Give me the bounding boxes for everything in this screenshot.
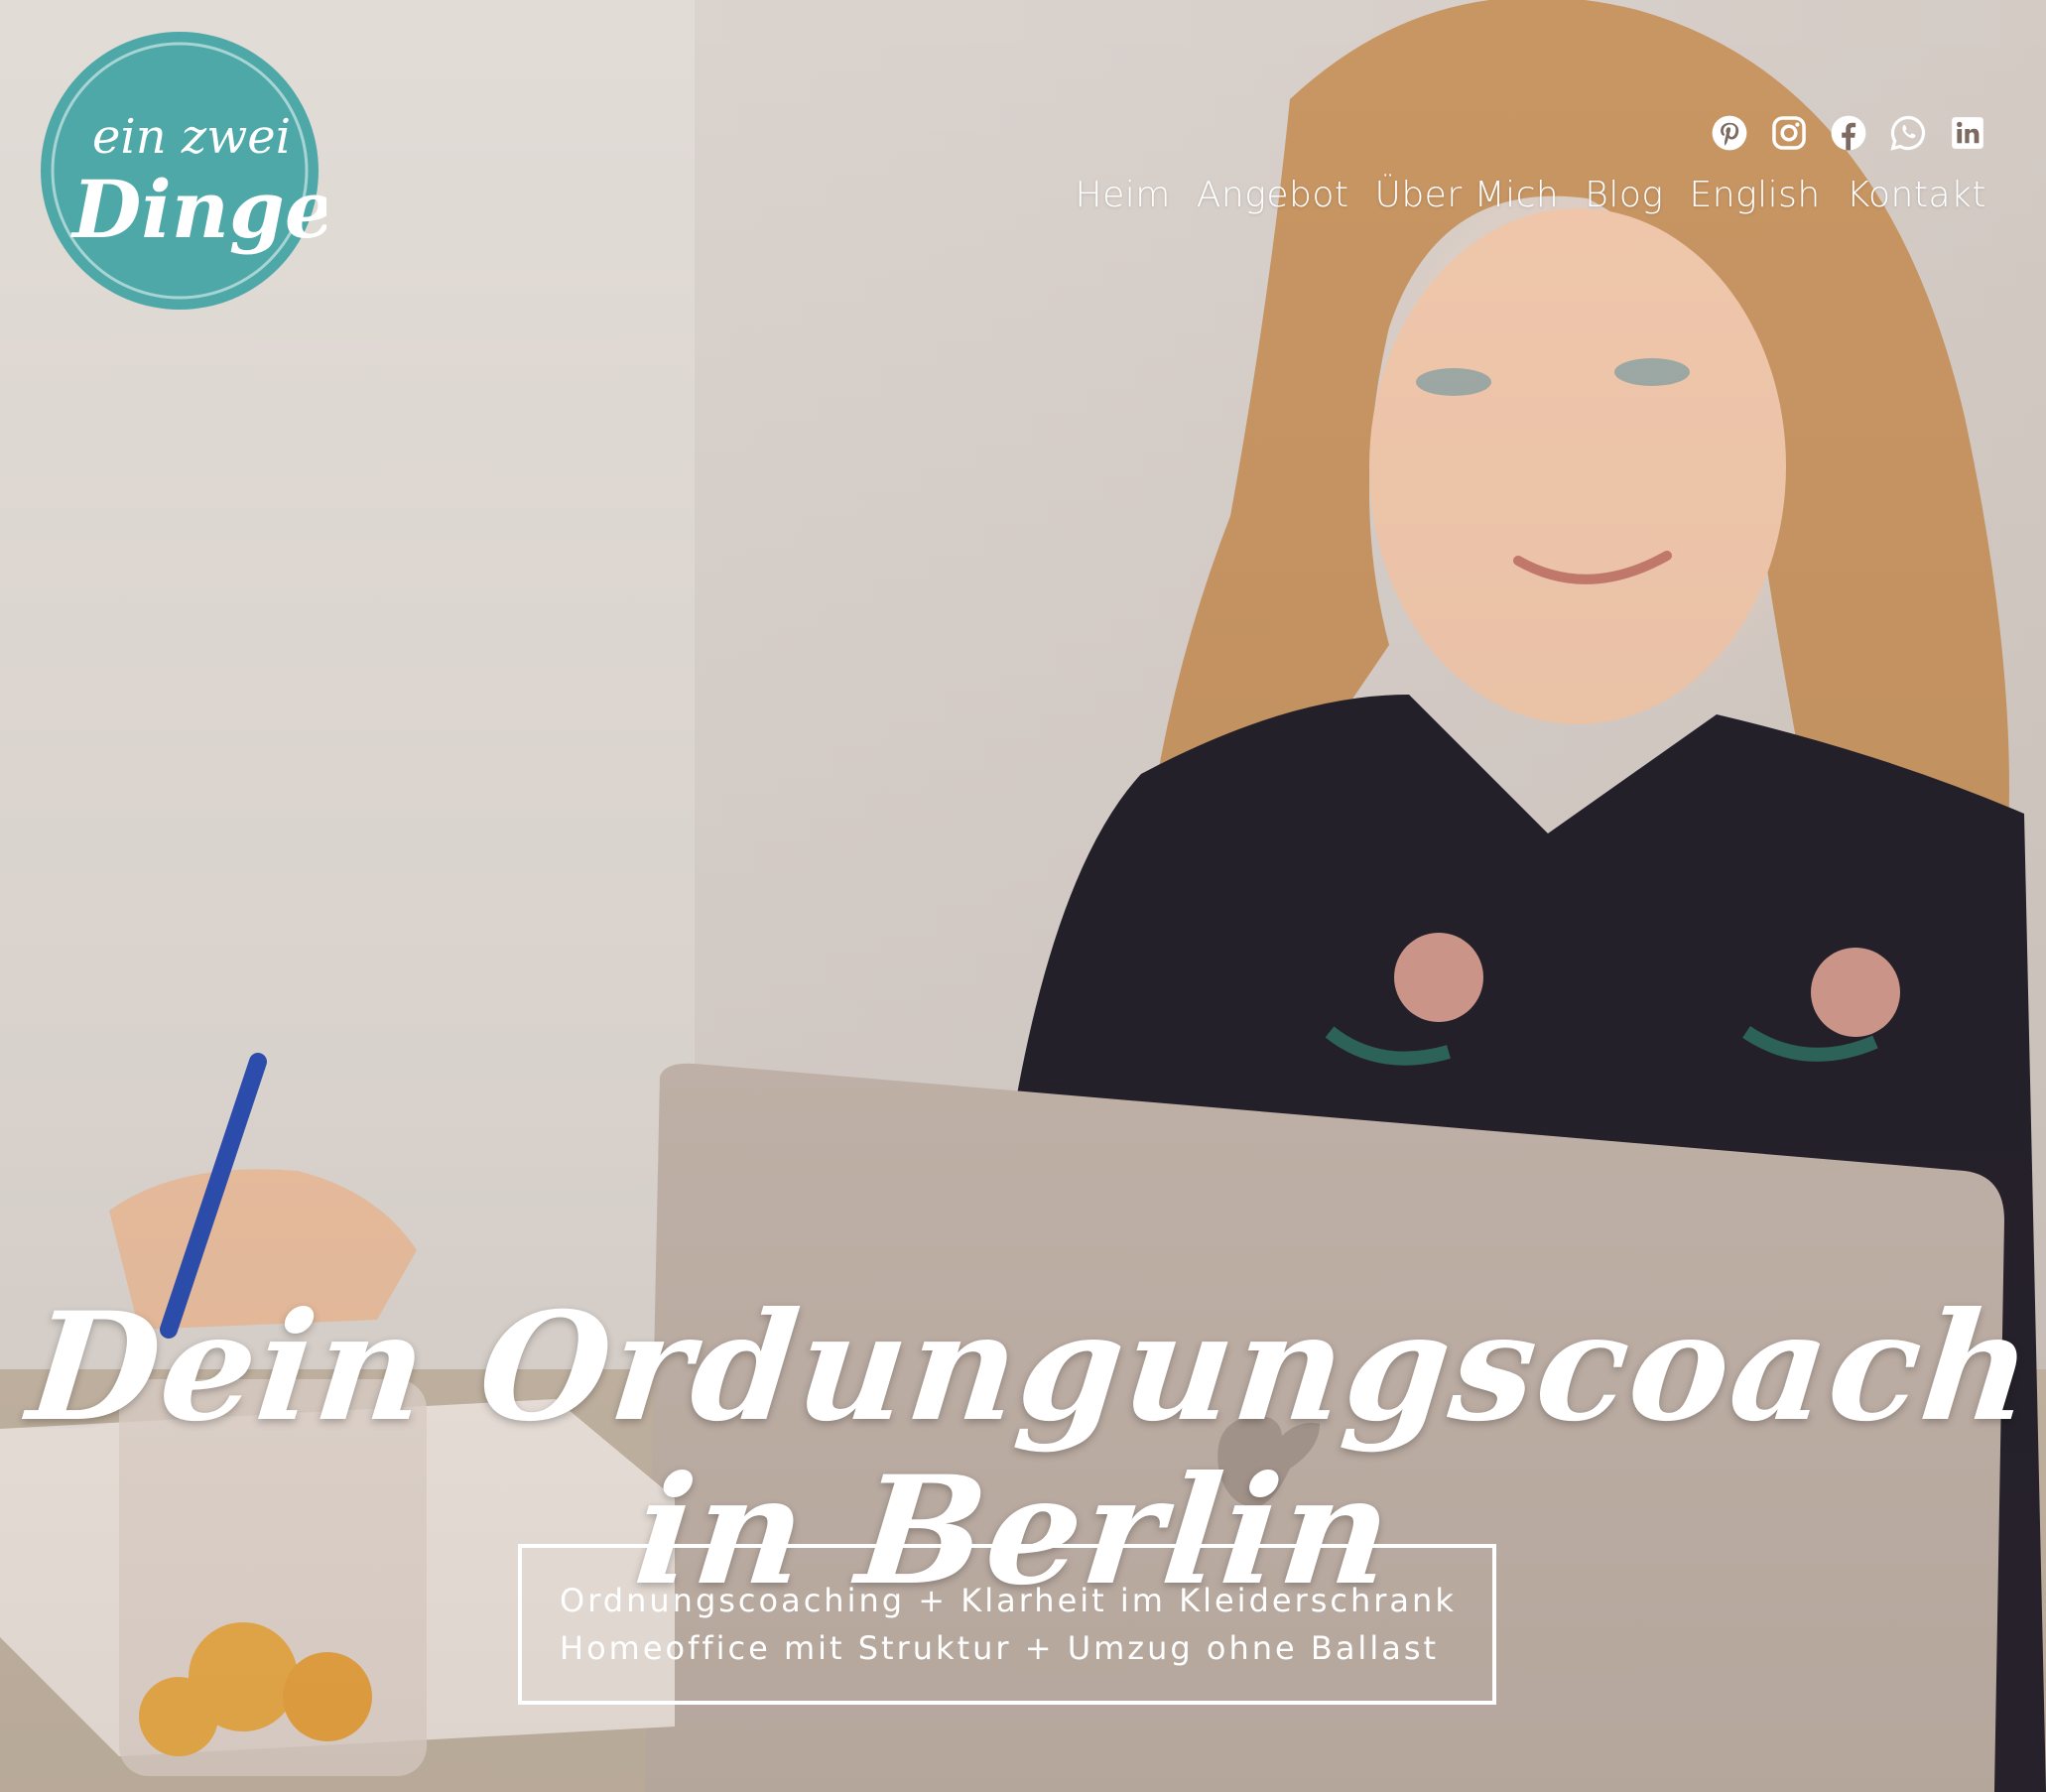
pinterest-icon[interactable] xyxy=(1711,114,1748,152)
nav-item-heim[interactable]: Heim xyxy=(1076,175,1171,215)
site-logo[interactable]: ein zwei Dinge xyxy=(33,24,326,318)
nav-item-english[interactable]: English xyxy=(1689,175,1820,215)
nav-item-ueber-mich[interactable]: Über Mich xyxy=(1374,175,1559,215)
logo-badge-icon: ein zwei Dinge xyxy=(41,32,326,310)
facebook-icon[interactable] xyxy=(1830,114,1867,152)
linkedin-icon[interactable] xyxy=(1949,114,1986,152)
nav-item-kontakt[interactable]: Kontakt xyxy=(1847,175,1986,215)
main-nav: Heim Angebot Über Mich Blog English Kont… xyxy=(1076,175,1987,215)
whatsapp-icon[interactable] xyxy=(1889,114,1927,152)
nav-item-blog[interactable]: Blog xyxy=(1585,175,1663,215)
instagram-icon[interactable] xyxy=(1770,114,1808,152)
hero-tagline-1: Ordnungscoaching + Klarheit im Kleidersc… xyxy=(560,1582,1457,1619)
social-links xyxy=(1711,113,1986,153)
hero-tagline-box: Ordnungscoaching + Klarheit im Kleidersc… xyxy=(518,1544,1496,1705)
logo-text-top: ein zwei xyxy=(92,109,291,165)
nav-item-angebot[interactable]: Angebot xyxy=(1197,175,1349,215)
hero-tagline-2: Homeoffice mit Struktur + Umzug ohne Bal… xyxy=(560,1629,1440,1667)
logo-text-main: Dinge xyxy=(70,163,326,256)
